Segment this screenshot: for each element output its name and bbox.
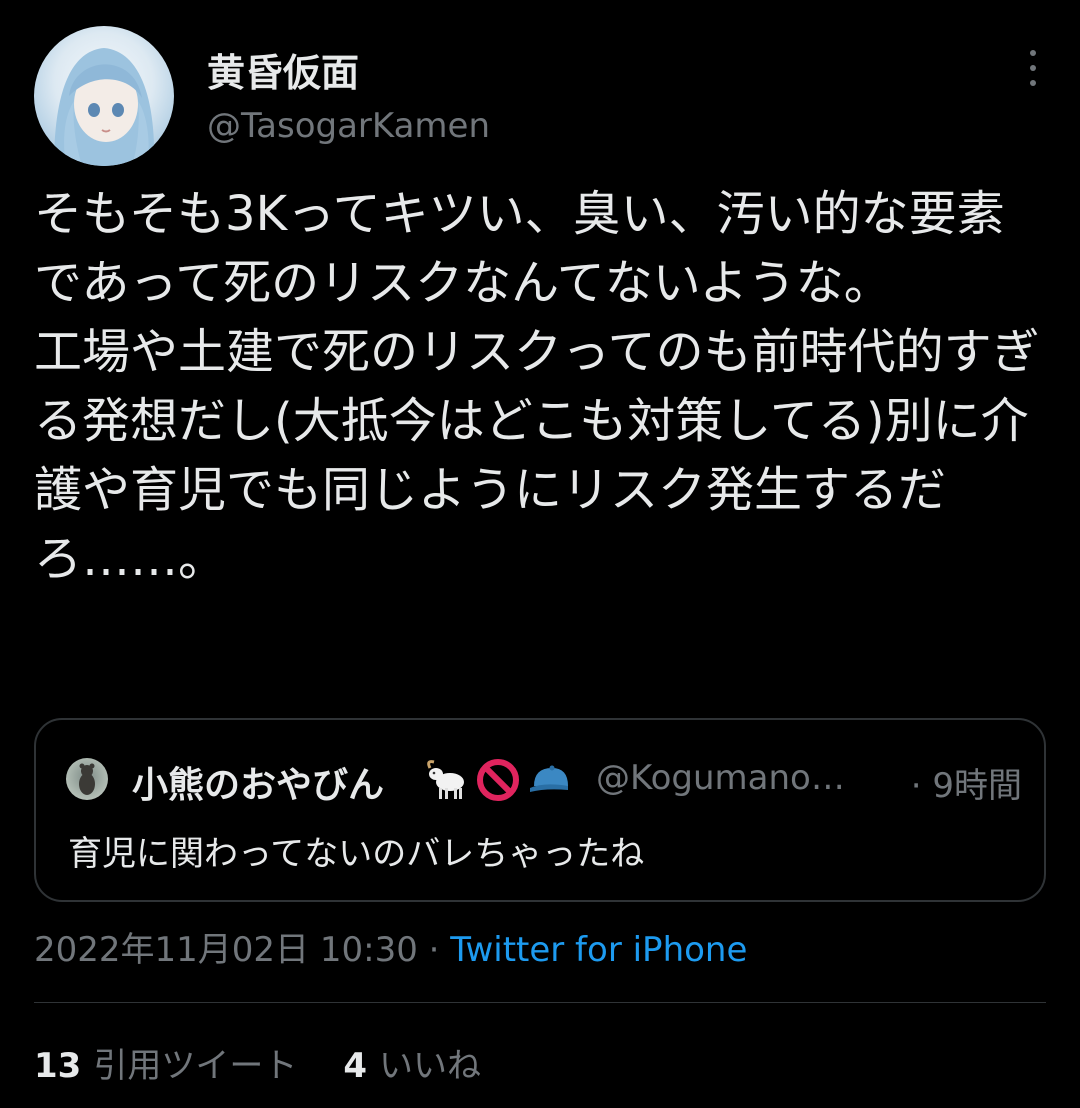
tweet-header: 黄昏仮面 @TasogarKamen <box>34 26 1046 166</box>
quoted-author-display-name[interactable]: 小熊のおやびん <box>132 756 384 808</box>
author-avatar[interactable] <box>34 26 174 166</box>
quote-tweet-label[interactable]: 引用ツイート <box>93 1038 297 1087</box>
more-dot <box>1030 80 1036 86</box>
author-display-name[interactable]: 黄昏仮面 <box>207 42 359 97</box>
quoted-author-emojis <box>424 756 572 804</box>
tweet-source-link[interactable]: Twitter for iPhone <box>450 930 747 970</box>
more-options-icon[interactable] <box>1026 50 1040 86</box>
more-dot <box>1030 50 1036 56</box>
tweet-text: そもそも3Kってキツい、臭い、汚い的な要素であって死のリスクなんてないような。 … <box>34 186 1040 587</box>
tweet-meta: 2022年11月02日 10:30 · Twitter for iPhone <box>34 922 747 971</box>
quoted-tweet-time[interactable]: · 9時間 <box>911 758 1022 807</box>
quoted-tweet-text: 育児に関わってないのバレちゃったね <box>68 834 645 874</box>
quoted-author-handle[interactable]: @Kogumano… <box>596 758 845 798</box>
cap-emoji-icon <box>530 765 568 792</box>
tweet-timestamp[interactable]: 2022年11月02日 10:30 <box>34 930 418 970</box>
bear-avatar-icon <box>79 763 95 795</box>
avatar-illustration-icon <box>54 48 155 166</box>
no-entry-emoji-icon <box>477 759 519 801</box>
tweet-stats: 13 引用ツイート 4 いいね <box>34 1038 481 1087</box>
author-handle[interactable]: @TasogarKamen <box>207 106 490 146</box>
more-dot <box>1030 65 1036 71</box>
like-count[interactable]: 4 <box>343 1046 367 1086</box>
quoted-tweet-card[interactable]: 小熊のおやびん @Kogumano… · 9時間 育児に関わってないのバレちゃっ… <box>34 718 1046 902</box>
divider <box>34 1002 1046 1003</box>
quoted-author-avatar[interactable] <box>66 758 108 800</box>
goat-emoji-icon <box>427 760 464 799</box>
like-label[interactable]: いいね <box>379 1038 481 1087</box>
quote-tweet-count[interactable]: 13 <box>34 1046 81 1086</box>
meta-separator: · <box>428 930 440 970</box>
